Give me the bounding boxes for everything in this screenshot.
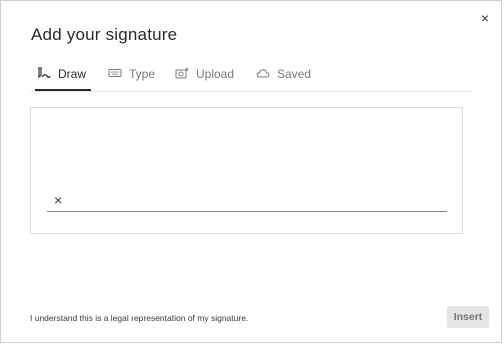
signature-tabs: Draw Type Upload Saved bbox=[30, 63, 471, 92]
tab-label: Saved bbox=[277, 67, 312, 81]
dialog-title: Add your signature bbox=[31, 25, 178, 44]
tab-label: Type bbox=[129, 67, 156, 81]
tab-type[interactable]: Type bbox=[108, 63, 155, 90]
signature-line bbox=[47, 211, 447, 212]
cloud-icon bbox=[256, 67, 270, 79]
legal-disclaimer: I understand this is a legal representat… bbox=[30, 313, 249, 323]
close-button[interactable]: × bbox=[481, 11, 489, 25]
tab-draw[interactable]: Draw bbox=[35, 63, 91, 91]
tab-label: Upload bbox=[196, 67, 235, 81]
keyboard-icon bbox=[108, 67, 122, 79]
draw-icon bbox=[37, 67, 51, 79]
tab-label: Draw bbox=[58, 67, 87, 81]
insert-button[interactable]: Insert bbox=[447, 306, 489, 328]
upload-image-icon bbox=[175, 67, 189, 79]
signature-canvas[interactable]: × bbox=[30, 107, 463, 234]
signature-dialog: × Add your signature Draw Type Upload Sa… bbox=[0, 0, 502, 343]
tab-upload[interactable]: Upload bbox=[175, 63, 234, 90]
signature-x-mark: × bbox=[54, 192, 63, 208]
tab-saved[interactable]: Saved bbox=[256, 63, 311, 90]
